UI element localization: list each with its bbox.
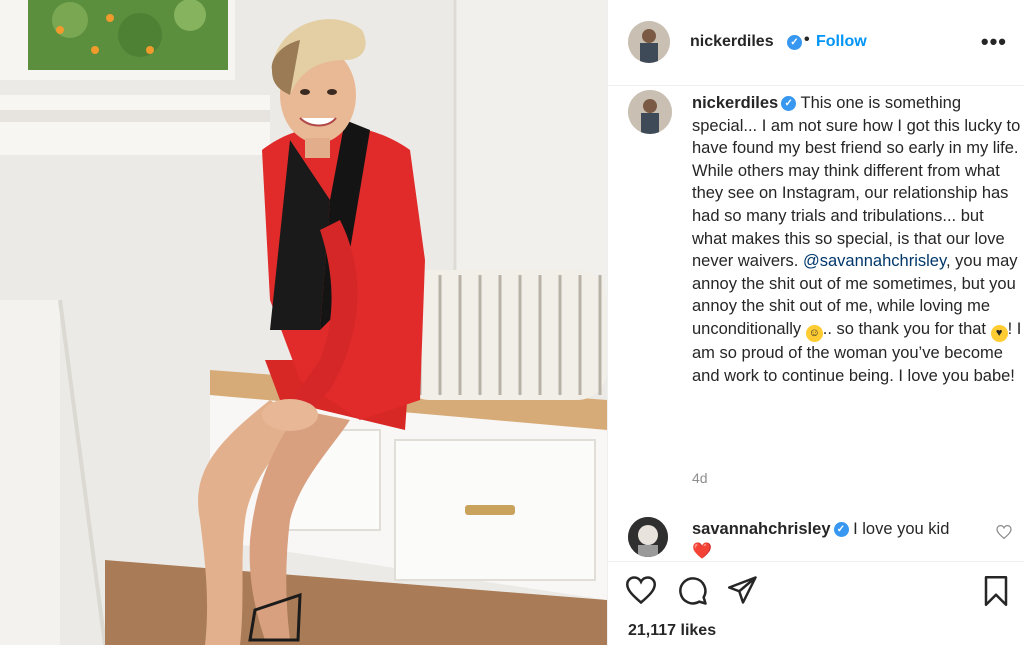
red-heart-icon: ❤️ <box>692 543 712 560</box>
post-actions: 21,117 likes <box>608 561 1024 645</box>
post-timestamp[interactable]: 4d <box>692 470 708 486</box>
comment-like-icon[interactable] <box>996 524 1012 544</box>
comment-item: savannahchrisley ✓ I love you kid ❤️ <box>628 515 1024 560</box>
share-icon[interactable] <box>728 576 758 609</box>
face-blowing-kiss-icon: ♥ <box>990 324 1008 342</box>
follow-button[interactable]: Follow <box>816 33 867 51</box>
bookmark-icon[interactable] <box>983 576 1009 611</box>
comment-icon[interactable] <box>678 576 708 611</box>
grinning-face-icon: ☺ <box>805 324 823 342</box>
caption-body-3: .. so thank you for that <box>822 319 991 338</box>
likes-count[interactable]: 21,117 likes <box>628 622 716 640</box>
post-header: nickerdiles ✓ • Follow ••• <box>608 0 1024 86</box>
more-options-icon[interactable]: ••• <box>981 29 1007 55</box>
caption-author-avatar[interactable] <box>628 90 672 134</box>
verified-icon: ✓ <box>833 522 849 538</box>
header-separator: • <box>804 31 810 48</box>
comment-text: savannahchrisley ✓ I love you kid ❤️ <box>692 518 992 563</box>
heart-icon[interactable] <box>625 576 657 609</box>
author-username[interactable]: nickerdiles <box>690 33 774 51</box>
comment-body: I love you kid <box>853 520 950 538</box>
post-sidebar: nickerdiles ✓ • Follow ••• nickerdiles ✓ … <box>607 0 1024 645</box>
commenter-username[interactable]: savannahchrisley <box>692 520 831 538</box>
caption-body-1: This one is something special... I am no… <box>692 94 1021 271</box>
caption-username[interactable]: nickerdiles <box>692 94 778 112</box>
post-photo <box>0 0 607 645</box>
commenter-avatar[interactable] <box>628 517 668 557</box>
verified-icon: ✓ <box>781 96 797 112</box>
verified-icon: ✓ <box>787 35 802 51</box>
caption-mention-link[interactable]: @savannahchrisley <box>803 252 946 270</box>
post-image[interactable] <box>0 0 607 645</box>
caption-text: nickerdiles ✓ This one is something speci… <box>692 92 1022 387</box>
author-avatar[interactable] <box>628 21 670 63</box>
